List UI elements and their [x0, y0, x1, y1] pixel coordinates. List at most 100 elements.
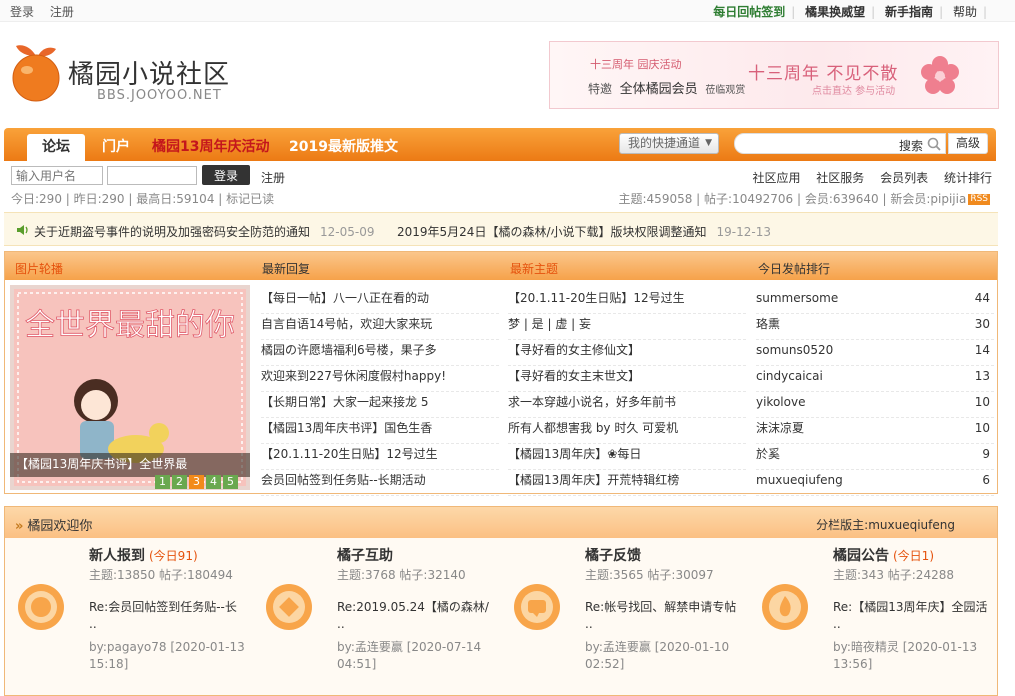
forum-name[interactable]: 橘园公告 (今日1) [833, 545, 934, 565]
list-item[interactable]: 橘园の许愿墙福利6号楼，果子多 [261, 340, 499, 366]
tab-recommend[interactable]: 2019最新版推文 [289, 136, 398, 156]
divider: | [791, 5, 796, 19]
newcomer-icon[interactable] [17, 583, 65, 631]
ranking-user[interactable]: cindycaicai [756, 366, 823, 386]
forum-last-post[interactable]: Re:2019.05.24【橘の森林/ .. [337, 599, 492, 633]
list-item[interactable]: 欢迎来到227号休闲度假村happy! [261, 366, 499, 392]
quick-access-dropdown[interactable]: 我的快捷通道 ▼ [619, 133, 719, 154]
list-item[interactable]: 求一本穿越小说名，好多年前书 [508, 392, 746, 418]
member-list-link[interactable]: 会员列表 [880, 171, 928, 185]
hot-content-box: 图片轮播 最新回复 最新主题 今日发帖排行 全世界最甜的你 【橘园13周年庆书评… [4, 251, 998, 496]
daily-checkin-link[interactable]: 每日回帖签到 [713, 5, 785, 19]
forum-stats: 主题:3565 帖子:30097 [585, 568, 714, 582]
anniversary-banner[interactable]: 十三周年 园庆活动 特邀 全体橘园会员 莅临观赏 十三周年 不见不散 点击直达 … [549, 41, 999, 109]
ranking-user[interactable]: summersome [756, 288, 838, 308]
list-item[interactable]: 所有人都想害我 by 时久 可爱机 [508, 418, 746, 444]
forum-name[interactable]: 新人报到 (今日91) [89, 545, 198, 565]
list-item[interactable]: 【橘园13周年庆】开荒特辑红榜 [508, 470, 746, 496]
ranking-count: 13 [974, 369, 990, 383]
section-title[interactable]: » 橘园欢迎你 [15, 515, 92, 534]
list-item[interactable]: 【每日一帖】八一八正在看的动 [261, 288, 499, 314]
header-latest-replies: 最新回复 [262, 262, 311, 276]
forum-last-author[interactable]: by:孟连要赢 [2020-07-14 04:51] [337, 639, 497, 673]
register-link[interactable]: 注册 [261, 169, 285, 186]
password-input[interactable] [107, 166, 197, 185]
advanced-search-button[interactable]: 高级 [948, 133, 988, 154]
svg-text:全世界最甜的你: 全世界最甜的你 [25, 308, 235, 343]
triangle-down-icon: ▼ [705, 138, 712, 148]
community-apps-link[interactable]: 社区应用 [752, 171, 800, 185]
list-item[interactable]: 【20.1.11-20生日贴】12号过生 [261, 444, 499, 470]
ranking-user[interactable]: 沫沫凉夏 [756, 418, 804, 438]
forum-last-author[interactable]: by:孟连要赢 [2020-01-10 02:52] [585, 639, 745, 673]
list-item[interactable]: 【橘园13周年庆】❀每日 [508, 444, 746, 470]
header-latest-topics: 最新主题 [510, 262, 559, 276]
username-input[interactable] [11, 166, 103, 185]
search-label[interactable]: 搜索 [899, 137, 923, 154]
flower-icon [921, 56, 959, 94]
flame-icon[interactable] [761, 583, 809, 631]
help-link[interactable]: 帮助 [953, 5, 977, 19]
list-item[interactable]: 【长期日常】大家一起来接龙 5 [261, 392, 499, 418]
exchange-link[interactable]: 橘果换威望 [805, 5, 865, 19]
slide-page-4[interactable]: 4 [206, 475, 221, 489]
forum-stats: 主题:3768 帖子:32140 [337, 568, 466, 582]
top-register-link[interactable]: 注册 [50, 5, 74, 19]
ranking-count: 9 [982, 447, 990, 461]
forum-feedback: 橘子反馈 主题:3565 帖子:30097 Re:帐号找回、解禁申请专帖 .. … [505, 543, 745, 693]
tab-portal[interactable]: 门户 [102, 136, 130, 156]
forum-last-post[interactable]: Re:【橘园13周年庆】全园活 .. [833, 599, 988, 633]
announcement-bar: 关于近期盗号事件的说明及加强密码安全防范的通知 12-05-09 2019年5月2… [4, 212, 998, 246]
announcement-item[interactable]: 2019年5月24日【橘の森林/小说下载】版块权限调整通知 19-12-13 [397, 223, 771, 240]
ranking-user[interactable]: muxueqiufeng [756, 470, 843, 490]
forum-name[interactable]: 橘子互助 [337, 545, 397, 565]
newbie-guide-link[interactable]: 新手指南 [885, 5, 933, 19]
search-icon[interactable] [927, 137, 941, 151]
ranking-user[interactable]: 珞熏 [756, 314, 780, 334]
list-item[interactable]: 【20.1.11-20生日贴】12号过生 [508, 288, 746, 314]
ranking-user[interactable]: somuns0520 [756, 340, 833, 360]
site-title[interactable]: 橘园小说社区 [68, 54, 230, 91]
slide-page-5[interactable]: 5 [223, 475, 238, 489]
forum-stats: 主题:13850 帖子:180494 [89, 568, 233, 582]
slide-page-1[interactable]: 1 [155, 475, 170, 489]
ranking-user[interactable]: yikolove [756, 392, 805, 412]
forum-name[interactable]: 橘子反馈 [585, 545, 645, 565]
rss-icon[interactable]: RSS [968, 194, 990, 205]
welcome-section: » 橘园欢迎你 分栏版主:muxueqiufeng 新人报到 (今日91) 主题:1… [4, 506, 998, 696]
ranking-count: 30 [974, 317, 990, 331]
forum-last-author[interactable]: by:暗夜精灵 [2020-01-13 13:56] [833, 639, 993, 673]
forum-last-author[interactable]: by:pagayo78 [2020-01-13 15:18] [89, 639, 249, 673]
ranking-row: 沫沫凉夏 10 [756, 418, 994, 444]
forum-last-post[interactable]: Re:会员回帖签到任务贴--长 .. [89, 599, 244, 633]
help-icon[interactable] [265, 583, 313, 631]
tab-forum[interactable]: 论坛 [27, 134, 85, 161]
moderator-label[interactable]: 分栏版主:muxueqiufeng [816, 516, 955, 533]
stats-ranking-link[interactable]: 统计排行 [944, 171, 992, 185]
daily-stats: 今日:290 | 昨日:290 | 最高日:59104 | 标记已读 [11, 192, 275, 206]
ranking-user[interactable]: 於奚 [756, 444, 780, 464]
orange-logo-icon[interactable] [8, 40, 64, 102]
forum-announcements: 橘园公告 (今日1) 主题:343 帖子:24288 Re:【橘园13周年庆】全园… [753, 543, 993, 693]
ranking-row: muxueqiufeng 6 [756, 470, 994, 496]
tab-anniversary[interactable]: 橘园13周年庆活动 [152, 136, 269, 156]
announcement-item[interactable]: 关于近期盗号事件的说明及加强密码安全防范的通知 12-05-09 [34, 223, 374, 240]
top-login-link[interactable]: 登录 [10, 5, 34, 19]
ranking-row: 於奚 9 [756, 444, 994, 470]
slide-page-3[interactable]: 3 [189, 475, 204, 489]
forum-last-post[interactable]: Re:帐号找回、解禁申请专帖 .. [585, 599, 740, 633]
ranking-count: 44 [974, 291, 990, 305]
feedback-icon[interactable] [513, 583, 561, 631]
list-item[interactable]: 会员回帖签到任务贴--长期活动 [261, 470, 499, 496]
list-item[interactable]: 【橘园13周年庆书评】国色生香 [261, 418, 499, 444]
search-input[interactable]: 搜索 [734, 133, 946, 154]
login-button[interactable]: 登录 [202, 165, 250, 185]
list-item[interactable]: 梦 | 是 | 虚 | 妄 [508, 314, 746, 340]
list-item[interactable]: 【寻好看的女主末世文】 [508, 366, 746, 392]
list-item[interactable]: 【寻好看的女主修仙文】 [508, 340, 746, 366]
community-services-link[interactable]: 社区服务 [816, 171, 864, 185]
banner-line4: 点击直达 参与活动 [812, 86, 896, 97]
slide-page-2[interactable]: 2 [172, 475, 187, 489]
list-item[interactable]: 自言自语14号帖，欢迎大家来玩 [261, 314, 499, 340]
ranking-count: 10 [974, 421, 990, 435]
